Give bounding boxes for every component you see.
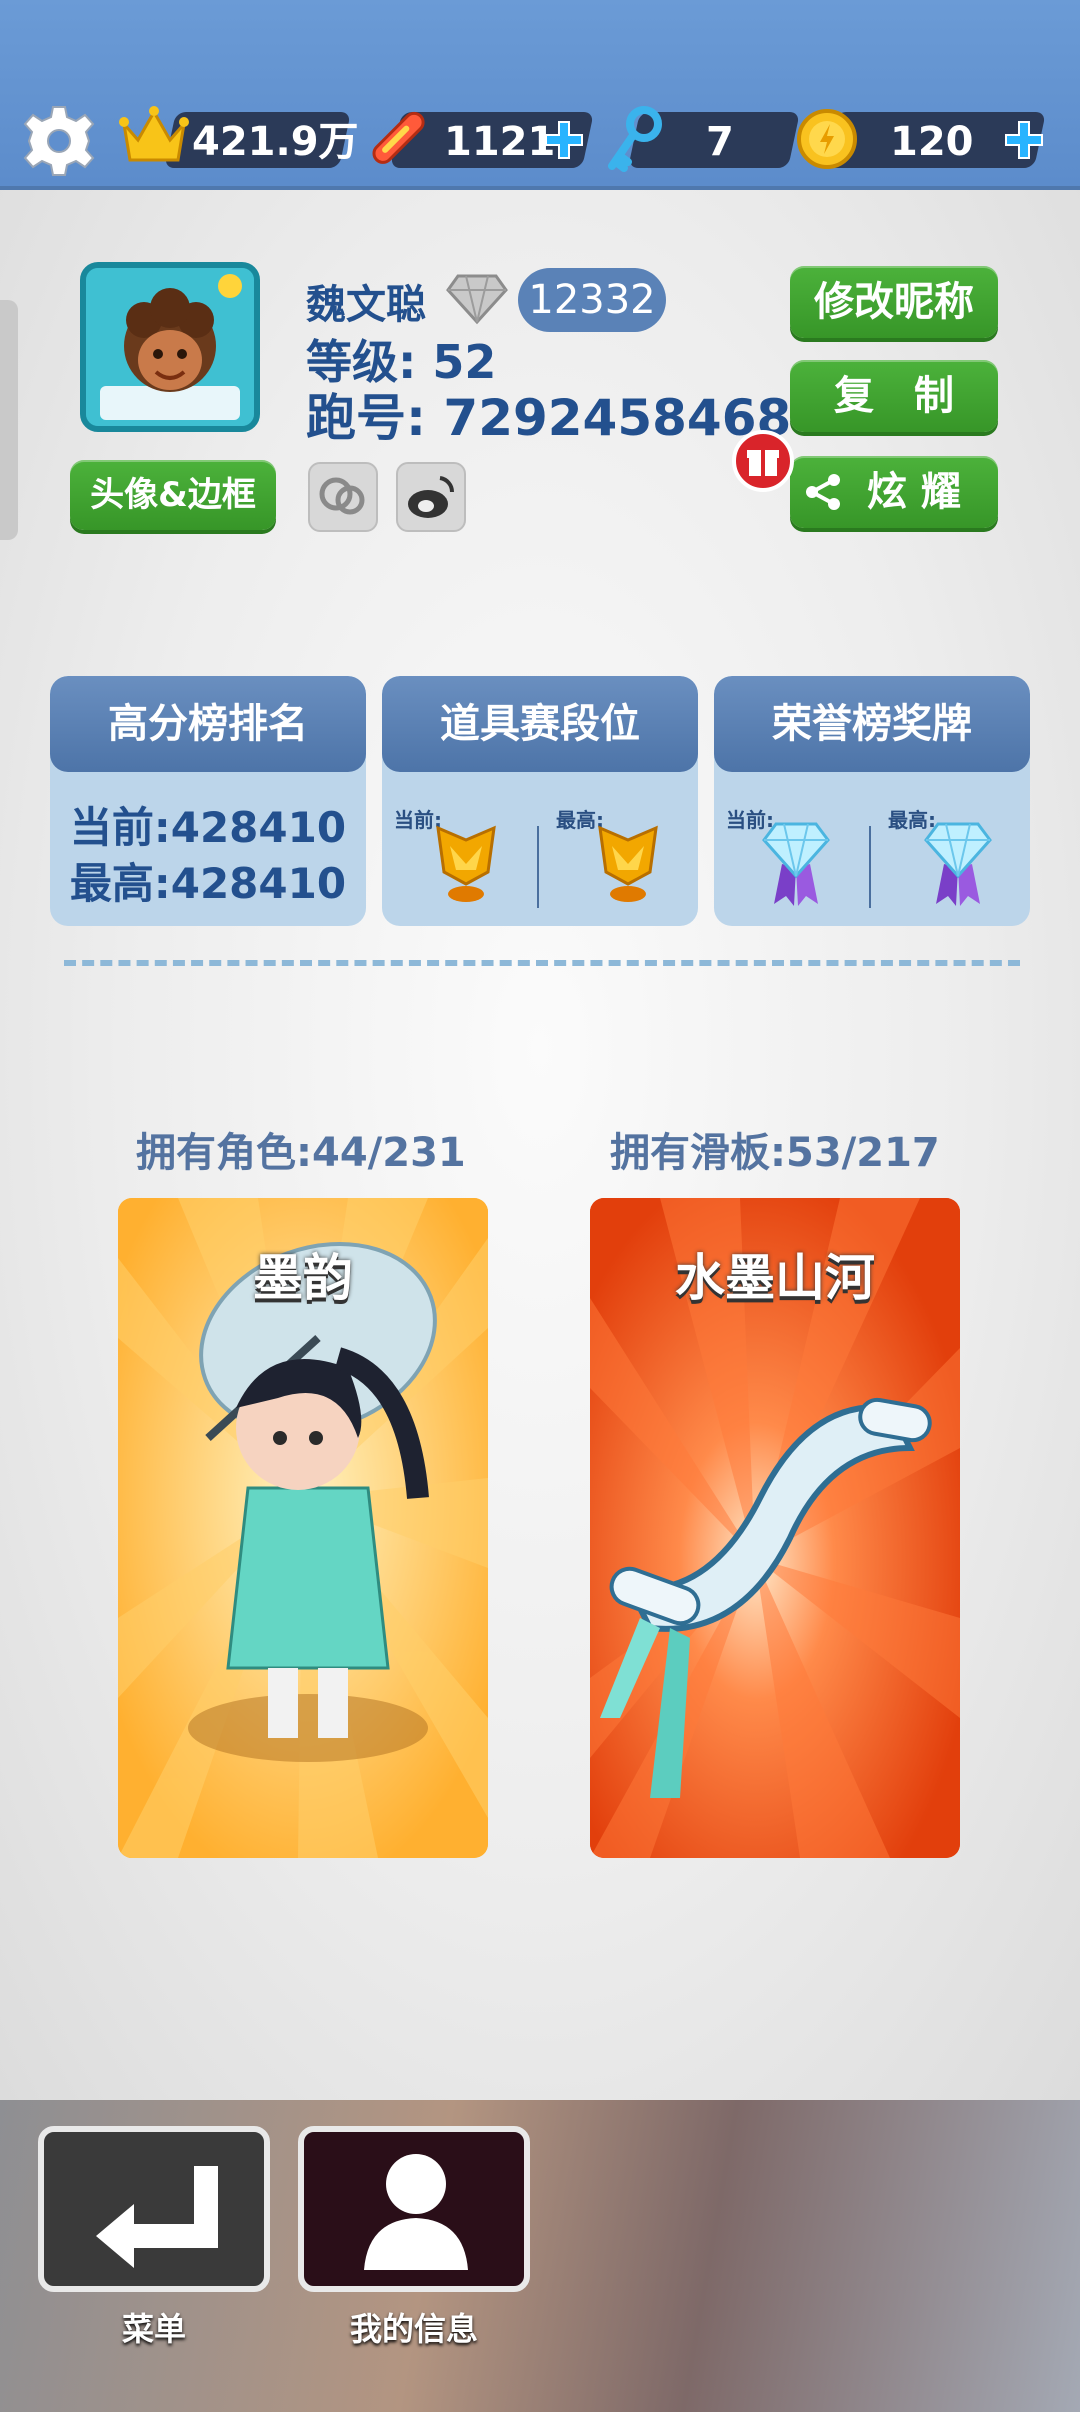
avatar[interactable] — [80, 262, 260, 432]
key-icon — [608, 106, 662, 172]
player-run-id: 跑号: 7292458468 — [306, 389, 792, 447]
highscore-card[interactable]: 高分榜排名 当前:428410 最高:428410 — [50, 676, 366, 926]
section-divider — [64, 960, 1020, 966]
highscore-best: 最高:428410 — [69, 859, 347, 908]
share-label: 炫 耀 — [867, 469, 961, 515]
highscore-title: 高分榜排名 — [50, 676, 366, 772]
boards-owned: 拥有滑板:53/217 — [610, 1130, 940, 1176]
player-name: 魏文聪 — [306, 282, 426, 328]
badge-number: 12332 — [518, 268, 666, 332]
honor-medal-card[interactable]: 荣誉榜奖牌 当前: 最高: — [714, 676, 1030, 926]
copy-button[interactable]: 复 制 — [790, 360, 998, 432]
person-icon — [364, 2154, 468, 2270]
my-info-button[interactable] — [298, 2126, 530, 2292]
weibo-icon[interactable] — [396, 462, 466, 532]
rename-button[interactable]: 修改昵称 — [790, 266, 998, 338]
crown-icon — [119, 106, 189, 162]
share-button[interactable]: 炫 耀 — [790, 456, 998, 528]
menu-button[interactable] — [38, 2126, 270, 2292]
crown-count: 421.9万 — [192, 119, 359, 165]
character-card[interactable]: 墨韵 — [118, 1198, 488, 1858]
trophy-icon — [598, 825, 658, 902]
enter-icon — [96, 2166, 218, 2268]
props-rank-card[interactable]: 道具赛段位 当前: 最高: — [382, 676, 698, 926]
gift-icon[interactable] — [730, 428, 796, 494]
gear-icon[interactable] — [22, 104, 96, 178]
side-tab[interactable] — [0, 300, 18, 540]
wechat-icon[interactable] — [308, 462, 378, 532]
coin-icon — [797, 109, 857, 169]
menu-label: 菜单 — [121, 2310, 186, 2348]
characters-owned: 拥有角色:44/231 — [136, 1130, 466, 1176]
diamond-icon — [446, 274, 508, 325]
hoverboard-icon — [372, 111, 425, 164]
board-card[interactable]: 水墨山河 — [590, 1198, 960, 1858]
plus-icon[interactable] — [540, 116, 588, 164]
props-rank-title: 道具赛段位 — [382, 676, 698, 772]
board-name: 水墨山河 — [675, 1249, 875, 1307]
divider — [869, 826, 871, 908]
coin-count: 120 — [890, 119, 974, 165]
highscore-current: 当前:428410 — [69, 803, 347, 852]
my-info-label: 我的信息 — [349, 2310, 478, 2348]
plus-icon[interactable] — [1000, 116, 1048, 164]
share-icon — [806, 474, 840, 510]
medal-icon — [924, 822, 992, 906]
character-name: 墨韵 — [253, 1249, 353, 1307]
divider — [537, 826, 539, 908]
key-count: 7 — [706, 119, 734, 165]
avatar-portrait — [86, 268, 254, 426]
hoverboard-count: 1121 — [444, 119, 556, 165]
medal-icon — [762, 822, 830, 906]
trophy-icon — [436, 825, 496, 902]
avatar-frame-button[interactable]: 头像&边框 — [70, 460, 276, 530]
honor-medal-title: 荣誉榜奖牌 — [714, 676, 1030, 772]
